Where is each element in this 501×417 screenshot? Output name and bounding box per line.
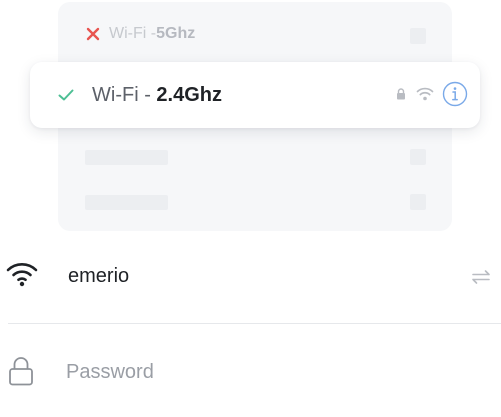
lock-outline-icon: [9, 357, 33, 386]
network-name-field[interactable]: emerio: [0, 245, 501, 323]
network-band: 2.4Ghz: [156, 84, 222, 106]
x-icon: [86, 27, 100, 41]
wifi-setup-screen: Wi-Fi - 5Ghz Wi-Fi - 2.4Ghz emerio: [0, 0, 501, 417]
field-divider: [8, 323, 501, 324]
password-input[interactable]: [66, 358, 446, 386]
info-icon[interactable]: [442, 81, 468, 107]
wifi-icon: [6, 263, 38, 287]
network-item-5ghz[interactable]: Wi-Fi - 5Ghz: [86, 22, 195, 46]
network-band: 5Ghz: [156, 25, 196, 42]
password-field[interactable]: [0, 336, 501, 414]
network-label: Wi-Fi - 2.4Ghz: [92, 83, 222, 107]
wifi-signal-icon: [416, 87, 434, 101]
network-placeholder-icon: [410, 149, 426, 165]
network-item-placeholder: [85, 195, 168, 210]
network-placeholder-icon: [410, 194, 426, 210]
network-name-value: emerio: [68, 265, 130, 287]
swap-arrows-icon[interactable]: [470, 269, 492, 285]
lock-icon: [397, 88, 405, 100]
network-ssid: Wi-Fi -: [92, 84, 157, 106]
network-item-placeholder: [85, 150, 168, 165]
network-placeholder-icon: [410, 28, 426, 44]
network-item-selected[interactable]: Wi-Fi - 2.4Ghz: [30, 62, 480, 128]
check-icon: [58, 89, 74, 101]
network-ssid: Wi-Fi -: [109, 25, 157, 42]
